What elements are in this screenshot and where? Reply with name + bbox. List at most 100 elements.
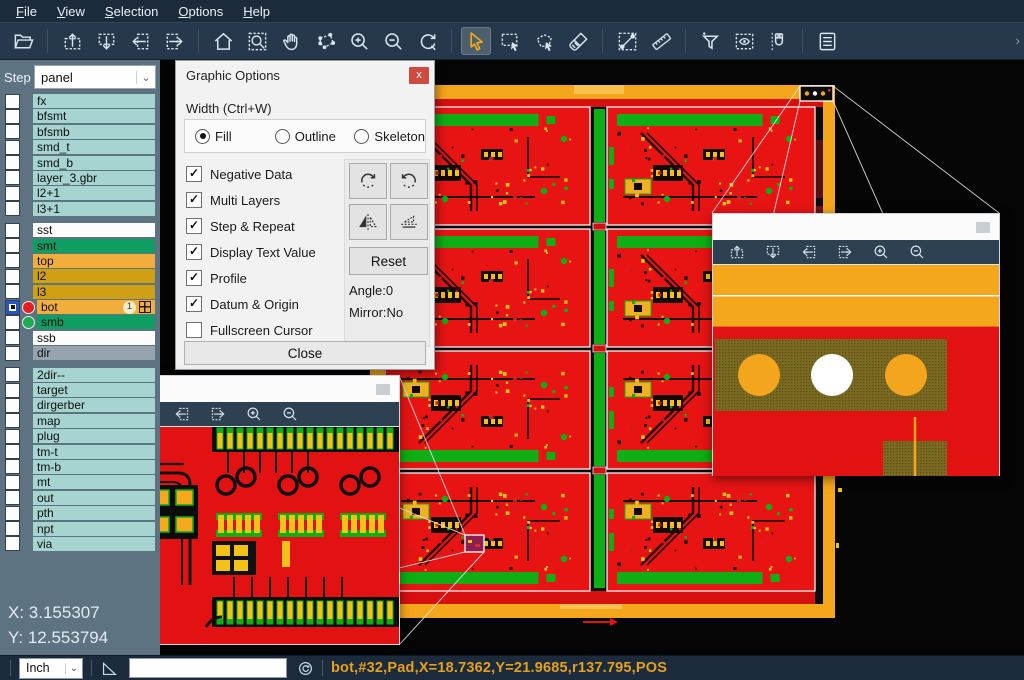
dialog-close-button[interactable]: x <box>409 67 429 84</box>
refresh-icon[interactable] <box>297 660 314 677</box>
toolbar-overflow-chevron[interactable]: › <box>1016 33 1020 48</box>
zoom-polygon-icon[interactable] <box>310 27 340 55</box>
layer-visibility-checkbox[interactable] <box>5 536 20 551</box>
layer-row-dir[interactable]: dir <box>0 346 160 360</box>
shift-right-icon[interactable] <box>205 404 231 424</box>
select-rectangle-icon[interactable] <box>495 27 525 55</box>
layer-name-strip[interactable]: top <box>33 254 155 268</box>
layer-name-strip[interactable]: mt <box>33 475 155 489</box>
checkbox-step-repeat[interactable]: ✓Step & Repeat <box>186 213 316 239</box>
layer-visibility-checkbox[interactable] <box>5 429 20 444</box>
select-polygon-icon[interactable] <box>529 27 559 55</box>
layer-row-out[interactable]: out <box>0 491 160 505</box>
layer-name-strip[interactable]: tm-b <box>33 460 155 474</box>
shift-left-icon[interactable] <box>125 27 155 55</box>
layer-row-pth[interactable]: pth <box>0 506 160 520</box>
layer-visibility-checkbox[interactable] <box>5 475 20 490</box>
layer-name-strip[interactable]: smb <box>37 315 155 329</box>
zoom-in-icon[interactable] <box>868 242 894 262</box>
layer-visibility-checkbox[interactable] <box>5 490 20 505</box>
layer-row-dirgerber[interactable]: dirgerber <box>0 398 160 412</box>
step-select[interactable]: panel ⌄ <box>34 65 156 89</box>
snap-corner-icon[interactable] <box>100 659 119 678</box>
checkbox-box[interactable] <box>186 322 202 338</box>
layer-row-layer_3.gbr[interactable]: layer_3.gbr <box>0 171 160 185</box>
zoom-source-rect-selected-pad[interactable] <box>465 535 484 552</box>
home-icon[interactable] <box>208 27 238 55</box>
zoom-out-icon[interactable] <box>378 27 408 55</box>
layer-visibility-checkbox[interactable] <box>5 155 20 170</box>
layer-name-strip[interactable]: 2dir-- <box>33 368 155 382</box>
layer-row-plug[interactable]: plug <box>0 429 160 443</box>
radio-outline[interactable]: Outline <box>275 129 345 144</box>
layer-row-smd_b[interactable]: smd_b <box>0 156 160 170</box>
zoom-window-title-bar[interactable] <box>713 214 999 240</box>
layer-row-tm-b[interactable]: tm-b <box>0 460 160 474</box>
checkbox-fullscreen-cursor[interactable]: Fullscreen Cursor <box>186 317 316 343</box>
layer-visibility-checkbox[interactable] <box>5 300 20 315</box>
zoom-in-icon[interactable] <box>241 404 267 424</box>
layer-name-strip[interactable]: bfsmb <box>33 125 155 139</box>
layer-row-map[interactable]: map <box>0 414 160 428</box>
layer-visibility-checkbox[interactable] <box>5 238 20 253</box>
layer-row-tm-t[interactable]: tm-t <box>0 445 160 459</box>
menu-help[interactable]: Help <box>233 2 280 21</box>
unit-select[interactable]: Inch ⌄ <box>19 658 83 679</box>
layer-visibility-checkbox[interactable] <box>5 284 20 299</box>
measure-distance-icon[interactable] <box>612 27 642 55</box>
layer-name-strip[interactable]: l3 <box>33 285 155 299</box>
layer-name-strip[interactable]: npt <box>33 522 155 536</box>
reset-button[interactable]: Reset <box>349 247 428 275</box>
clear-layer-icon[interactable] <box>563 27 593 55</box>
layer-row-target[interactable]: target <box>0 383 160 397</box>
layer-row-smd_t[interactable]: smd_t <box>0 140 160 154</box>
layer-visibility-checkbox[interactable] <box>5 444 20 459</box>
checkbox-box[interactable]: ✓ <box>186 192 202 208</box>
close-button[interactable]: Close <box>184 341 426 365</box>
layer-name-strip[interactable]: map <box>33 414 155 428</box>
layer-visibility-checkbox[interactable] <box>5 413 20 428</box>
measure-ruler-icon[interactable] <box>646 27 676 55</box>
checkbox-box[interactable]: ✓ <box>186 166 202 182</box>
layer-row-smb[interactable]: smb <box>0 315 160 329</box>
layer-name-strip[interactable]: via <box>33 537 155 551</box>
layer-name-strip[interactable]: l3+1 <box>33 202 155 216</box>
mirror-horizontal-button[interactable] <box>349 204 387 240</box>
display-options-icon[interactable] <box>729 27 759 55</box>
checkbox-datum-origin[interactable]: ✓Datum & Origin <box>186 291 316 317</box>
layer-visibility-checkbox[interactable] <box>5 521 20 536</box>
select-icon[interactable] <box>461 27 491 55</box>
layer-name-strip[interactable]: smd_b <box>33 156 155 170</box>
rotate-cw-button[interactable] <box>349 163 387 199</box>
layer-name-strip[interactable]: target <box>33 383 155 397</box>
layer-visibility-checkbox[interactable] <box>5 140 20 155</box>
checkbox-display-text-value[interactable]: ✓Display Text Value <box>186 239 316 265</box>
layer-visibility-checkbox[interactable] <box>5 269 20 284</box>
layer-visibility-checkbox[interactable] <box>5 94 20 109</box>
radio-skeleton[interactable]: Skeleton <box>354 129 425 144</box>
checkbox-box[interactable]: ✓ <box>186 218 202 234</box>
shift-right-icon[interactable] <box>832 242 858 262</box>
layer-name-strip[interactable]: bfsmt <box>33 109 155 123</box>
layer-visibility-checkbox[interactable] <box>5 186 20 201</box>
layer-name-strip[interactable]: tm-t <box>33 445 155 459</box>
layer-row-top[interactable]: top <box>0 254 160 268</box>
zoom-out-icon[interactable] <box>277 404 303 424</box>
layer-row-bot[interactable]: bot1 <box>0 300 160 314</box>
pan-icon[interactable] <box>276 27 306 55</box>
shift-right-icon[interactable] <box>159 27 189 55</box>
layer-name-strip[interactable]: smt <box>33 239 155 253</box>
layer-visibility-checkbox[interactable] <box>5 367 20 382</box>
layer-name-strip[interactable]: layer_3.gbr <box>33 171 155 185</box>
layer-name-strip[interactable]: l2+1 <box>33 186 155 200</box>
layer-row-fx[interactable]: fx <box>0 94 160 108</box>
layer-row-l2[interactable]: l2 <box>0 269 160 283</box>
checkbox-profile[interactable]: ✓Profile <box>186 265 316 291</box>
zoom-in-icon[interactable] <box>344 27 374 55</box>
zoom-source-rect-top-right[interactable] <box>800 86 833 101</box>
window-button-icon[interactable] <box>976 222 990 233</box>
checkbox-multi-layers[interactable]: ✓Multi Layers <box>186 187 316 213</box>
shift-down-icon[interactable] <box>91 27 121 55</box>
filter-icon[interactable] <box>695 27 725 55</box>
snap-icon[interactable] <box>763 27 793 55</box>
